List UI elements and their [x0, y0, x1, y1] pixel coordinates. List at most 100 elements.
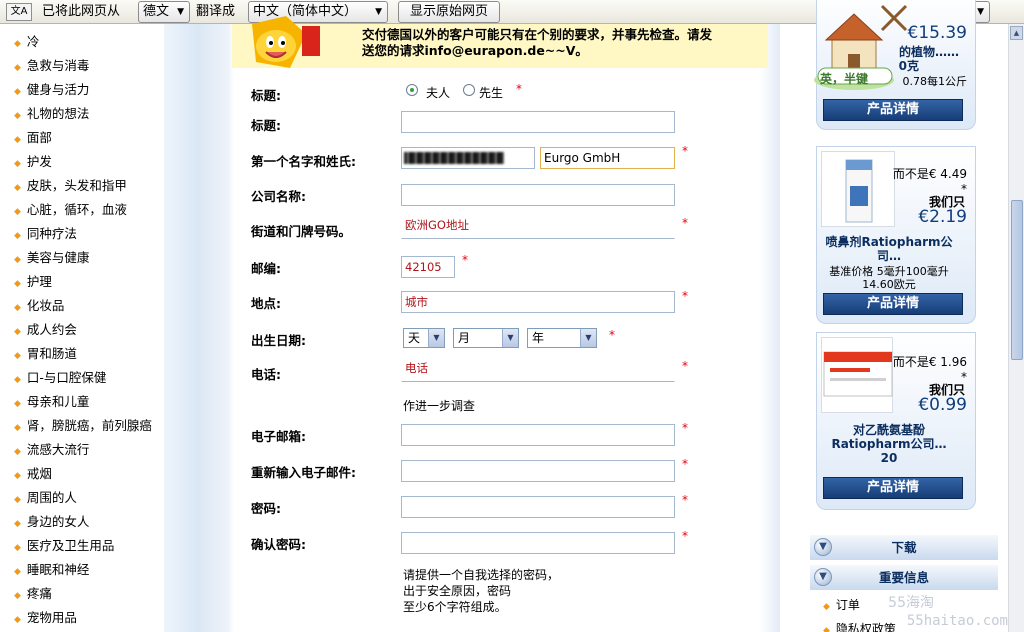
password-input[interactable] — [401, 496, 675, 518]
category-item-label: 同种疗法 — [26, 226, 77, 241]
city-input[interactable]: 城市 — [401, 291, 675, 313]
redacted-text — [404, 152, 504, 164]
category-item-label: 母亲和儿童 — [26, 394, 90, 409]
product-name-line2: 司… — [876, 249, 901, 263]
category-item[interactable]: ◆ 流感大流行 — [14, 438, 152, 462]
link-orders[interactable]: ◆ 订单 — [823, 596, 860, 613]
product-card-2: 而不是€ 4.49 * 我们只 €2.19 喷鼻剂Ratiopharm公 司… … — [816, 146, 976, 324]
zip-input[interactable]: 42105 — [401, 256, 455, 278]
category-item[interactable]: ◆ 急救与消毒 — [14, 54, 152, 78]
scrollbar-thumb[interactable] — [1011, 200, 1023, 360]
product-details-button[interactable]: 产品详情 — [823, 477, 963, 499]
bullet-icon: ◆ — [14, 327, 21, 337]
category-item[interactable]: ◆ 护发 — [14, 150, 152, 174]
category-item[interactable]: ◆ 皮肤，头发和指甲 — [14, 174, 152, 198]
important-info-section-header[interactable]: ▼ 重要信息 — [810, 564, 998, 590]
bullet-icon: ◆ — [14, 567, 21, 577]
product-image-paracetamol[interactable] — [821, 337, 893, 413]
required-mark: * — [682, 457, 688, 471]
product-details-button[interactable]: 产品详情 — [823, 293, 963, 315]
bullet-icon: ◆ — [823, 626, 830, 632]
category-item-label: 医疗及卫生用品 — [26, 538, 115, 553]
category-item-label: 胃和肠道 — [26, 346, 77, 361]
category-item[interactable]: ◆ 健身与活力 — [14, 78, 152, 102]
company-label: 公司名称: — [251, 189, 306, 204]
delivery-notice-line1: 交付德国以外的客户可能只有在个别的要求，并事先检查。请发 — [362, 27, 713, 42]
product-name-line1: 对乙酰氨基酚 — [852, 423, 925, 437]
translate-from-label: 已将此网页从 — [42, 4, 121, 19]
bullet-icon: ◆ — [14, 87, 21, 97]
category-item[interactable]: ◆ 冷 — [14, 30, 152, 54]
page-scrollbar[interactable]: ▲ — [1008, 24, 1024, 632]
bullet-icon: ◆ — [14, 591, 21, 601]
email-input[interactable] — [401, 424, 675, 446]
scroll-up-icon[interactable]: ▲ — [1010, 26, 1023, 40]
password-label: 密码: — [251, 501, 281, 516]
city-label: 地点: — [251, 296, 281, 311]
category-item[interactable]: ◆ 戒烟 — [14, 462, 152, 486]
category-item[interactable]: ◆ 肾，膀胱癌，前列腺癌 — [14, 414, 152, 438]
email-confirm-input[interactable] — [401, 460, 675, 482]
street-input[interactable]: 欧洲GO地址 — [401, 217, 675, 239]
bullet-icon: ◆ — [14, 351, 21, 361]
watermark-line1: 55海淘 — [888, 595, 934, 611]
category-item-label: 疼痛 — [26, 586, 52, 601]
zip-label: 邮编: — [251, 261, 281, 276]
category-item-label: 美容与健康 — [26, 250, 90, 265]
bullet-icon: ◆ — [14, 255, 21, 265]
category-item[interactable]: ◆ 成人约会 — [14, 318, 152, 342]
category-item[interactable]: ◆ 美容与健康 — [14, 246, 152, 270]
title-input[interactable] — [401, 111, 675, 133]
source-language-select[interactable]: 德文 ▼ — [138, 1, 190, 23]
show-original-button[interactable]: 显示原始网页 — [398, 1, 500, 23]
product-image-nasal-spray[interactable] — [821, 151, 895, 227]
translate-to-label: 翻译成 — [196, 4, 236, 19]
bullet-icon: ◆ — [14, 111, 21, 121]
bullet-icon: ◆ — [14, 375, 21, 385]
last-name-input[interactable]: Eurgo GmbH — [540, 147, 675, 169]
link-privacy[interactable]: ◆ 隐私权政策 — [823, 620, 896, 632]
category-item[interactable]: ◆ 疼痛 — [14, 582, 152, 606]
product-sidebar: €15.39 的植物…… 0克 0.78每1公斤 产品详情 而不是€ 4.49 … — [780, 0, 1024, 632]
required-mark: * — [682, 529, 688, 543]
bullet-icon: ◆ — [14, 519, 21, 529]
phone-input[interactable]: 电话 — [401, 360, 675, 382]
category-item-label: 宠物用品 — [26, 610, 77, 625]
company-input[interactable] — [401, 184, 675, 206]
category-item[interactable]: ◆ 同种疗法 — [14, 222, 152, 246]
category-item[interactable]: ◆ 宠物用品 — [14, 606, 152, 630]
first-name-input[interactable] — [401, 147, 535, 169]
download-section-header[interactable]: ▼ 下载 — [810, 534, 998, 560]
product-details-button[interactable]: 产品详情 — [823, 99, 963, 121]
product-price: €0.99 — [918, 395, 967, 415]
category-item[interactable]: ◆ 胃和肠道 — [14, 342, 152, 366]
category-item[interactable]: ◆ 母亲和儿童 — [14, 390, 152, 414]
category-item-label: 健身与活力 — [26, 82, 90, 97]
category-item[interactable]: ◆ 面部 — [14, 126, 152, 150]
dob-year-select[interactable]: 年 ▼ — [527, 328, 597, 348]
bullet-icon: ◆ — [14, 303, 21, 313]
street-label: 街道和门牌号码。 — [251, 224, 352, 239]
category-item[interactable]: ◆ 心脏，循环，血液 — [14, 198, 152, 222]
category-item[interactable]: ◆ 身边的女人 — [14, 510, 152, 534]
category-item[interactable]: ◆ 医疗及卫生用品 — [14, 534, 152, 558]
delivery-notice-banner: 交付德国以外的客户可能只有在个别的要求，并事先检查。请发 送您的请求info@e… — [232, 16, 768, 68]
required-mark: * — [682, 359, 688, 373]
salutation-radio-mrs[interactable] — [406, 84, 418, 96]
dob-day-select[interactable]: 天 ▼ — [403, 328, 445, 348]
chevron-down-icon: ▼ — [580, 329, 596, 347]
category-item[interactable]: ◆ 护理 — [14, 270, 152, 294]
dob-month-select[interactable]: 月 ▼ — [453, 328, 519, 348]
category-item-label: 礼物的想法 — [26, 106, 90, 121]
category-item[interactable]: ◆ 口-与口腔保健 — [14, 366, 152, 390]
product-name[interactable]: 对乙酰氨基酚 Ratiopharm公司… 20 — [809, 423, 969, 465]
category-item[interactable]: ◆ 化妆品 — [14, 294, 152, 318]
product-name[interactable]: 喷鼻剂Ratiopharm公 司… — [809, 235, 969, 263]
dob-month-value: 月 — [458, 331, 471, 345]
password-confirm-input[interactable] — [401, 532, 675, 554]
category-item[interactable]: ◆ 礼物的想法 — [14, 102, 152, 126]
category-item[interactable]: ◆ 睡眠和神经 — [14, 558, 152, 582]
category-item[interactable]: ◆ 周围的人 — [14, 486, 152, 510]
required-mark: * — [682, 421, 688, 435]
salutation-radio-mr[interactable] — [463, 84, 475, 96]
